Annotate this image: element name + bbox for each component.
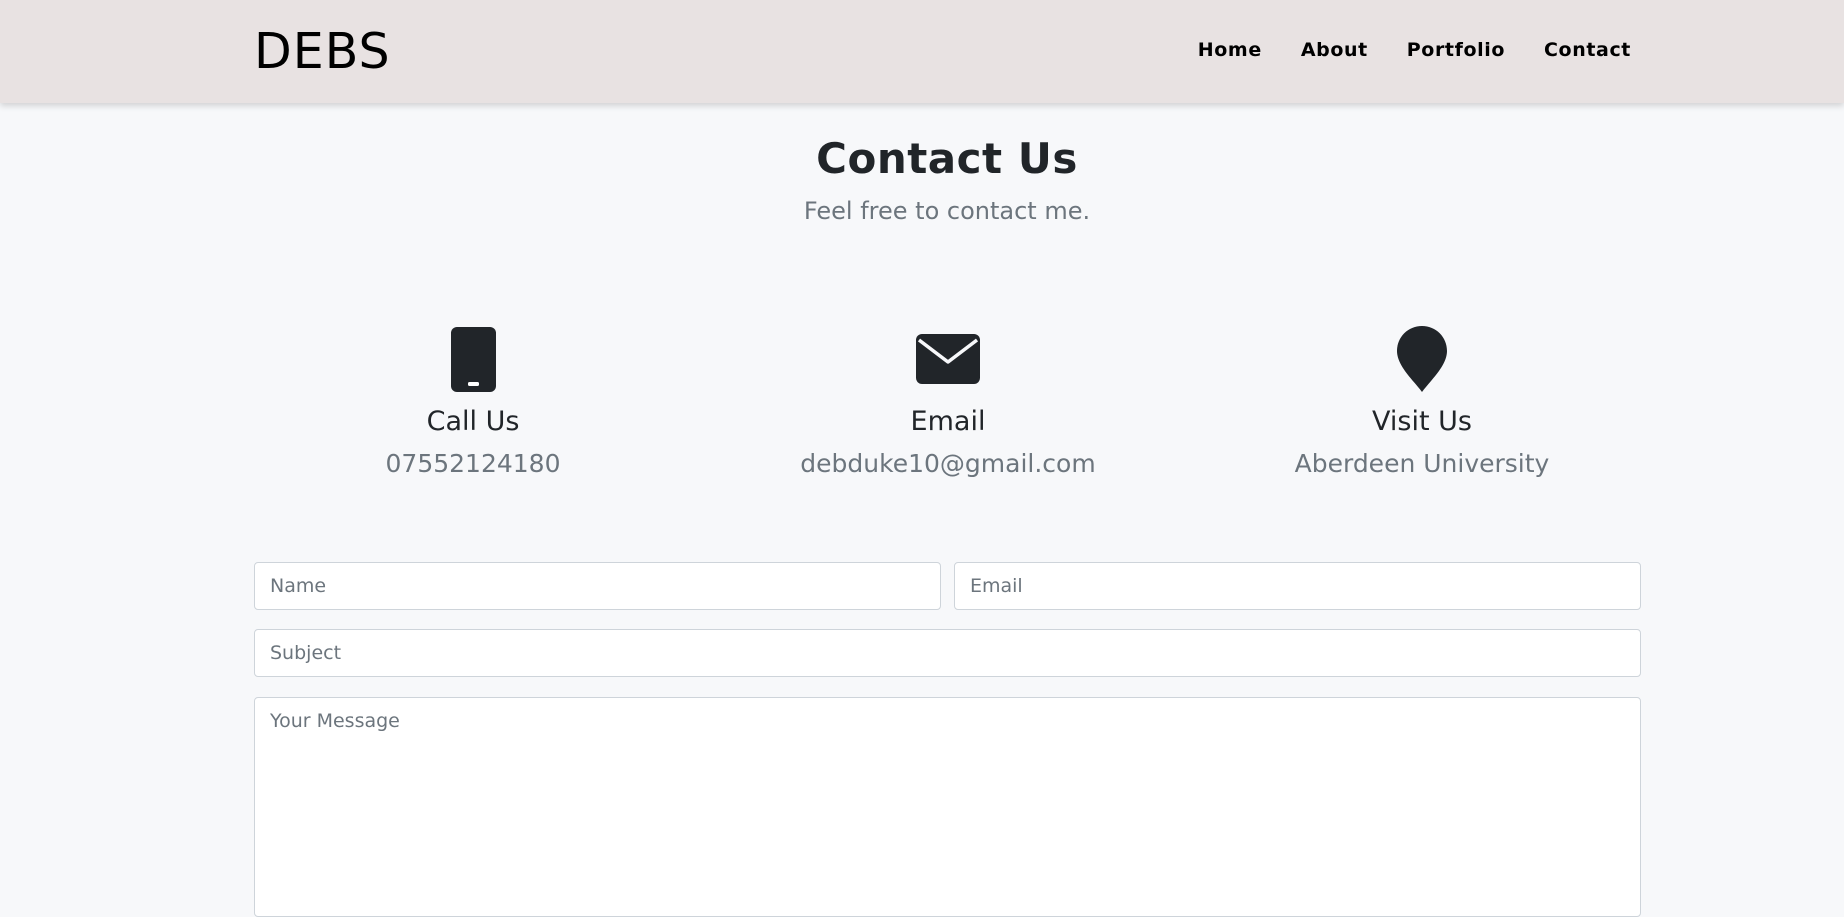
message-textarea[interactable] xyxy=(254,697,1641,917)
map-pin-icon xyxy=(1222,326,1622,392)
nav-link-home[interactable]: Home xyxy=(1198,36,1262,64)
subject-input[interactable] xyxy=(254,629,1641,677)
contact-info-phone: Call Us 07552124180 xyxy=(273,326,673,480)
contact-info-title: Visit Us xyxy=(1372,406,1472,437)
contact-info-location: Visit Us Aberdeen University xyxy=(1222,326,1622,480)
contact-info-title: Email xyxy=(910,406,986,437)
name-input[interactable] xyxy=(254,562,941,610)
nav-link-portfolio[interactable]: Portfolio xyxy=(1407,36,1505,64)
email-address: debduke10@gmail.com xyxy=(800,449,1096,478)
nav-link-contact[interactable]: Contact xyxy=(1544,36,1631,64)
phone-icon xyxy=(273,326,673,392)
page-subtitle: Feel free to contact me. xyxy=(803,197,1091,225)
page-title: Contact Us xyxy=(816,134,1078,183)
location-address: Aberdeen University xyxy=(1294,449,1550,478)
email-input[interactable] xyxy=(954,562,1641,610)
envelope-icon xyxy=(748,326,1148,392)
nav-links: Home About Portfolio Contact xyxy=(1159,36,1631,64)
nav-link-about[interactable]: About xyxy=(1301,36,1368,64)
navbar: DEBS Home About Portfolio Contact xyxy=(0,0,1844,103)
brand-logo[interactable]: DEBS xyxy=(254,22,391,82)
contact-info-title: Call Us xyxy=(426,406,520,437)
contact-info-email: Email debduke10@gmail.com xyxy=(748,326,1148,480)
phone-number: 07552124180 xyxy=(385,449,561,478)
